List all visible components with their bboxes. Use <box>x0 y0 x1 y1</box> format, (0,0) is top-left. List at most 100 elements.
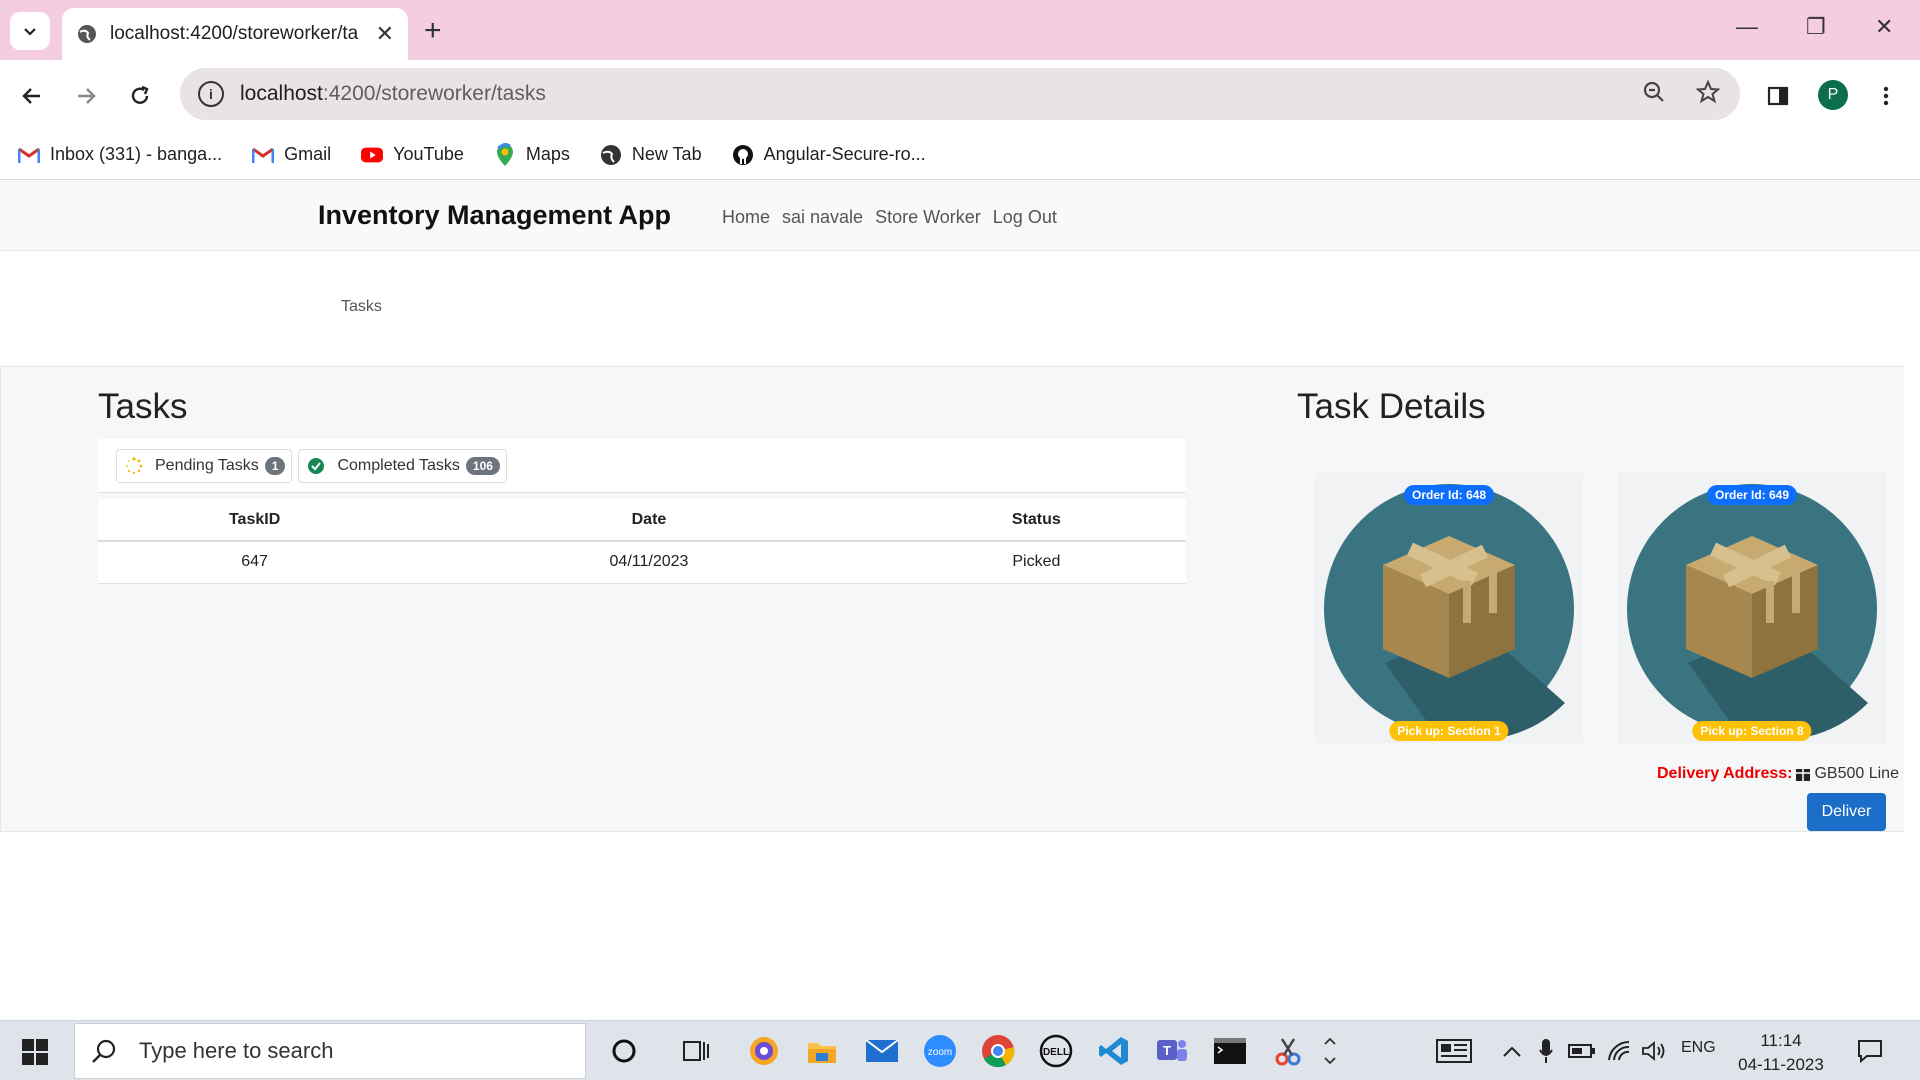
check-circle-icon <box>308 457 325 474</box>
news-widget-icon[interactable] <box>1436 1033 1472 1069</box>
address-bar[interactable]: i localhost:4200/storeworker/tasks <box>180 68 1740 120</box>
order-id-badge: Order Id: 649 <box>1706 485 1798 505</box>
column-header-date: Date <box>411 499 887 542</box>
windows-taskbar: Type here to search zoom DELL T ENG 11:1… <box>0 1020 1920 1080</box>
show-hidden-icons[interactable] <box>1494 1033 1530 1069</box>
box-icon <box>1796 769 1811 781</box>
snipping-tool-icon[interactable] <box>1270 1033 1306 1069</box>
minimize-icon[interactable]: — <box>1736 14 1758 40</box>
table-row[interactable]: 647 04/11/2023 Picked <box>98 541 1186 584</box>
side-panel-icon <box>1767 86 1789 106</box>
github-icon <box>732 144 754 166</box>
volume-icon[interactable] <box>1636 1033 1672 1069</box>
order-card[interactable]: Order Id: 648 Pick up: Section 1 <box>1315 473 1583 743</box>
cortana-icon[interactable] <box>606 1033 642 1069</box>
new-tab-button[interactable]: + <box>424 14 442 48</box>
side-panel-button[interactable] <box>1764 82 1792 110</box>
file-explorer-icon[interactable] <box>804 1033 840 1069</box>
zoom-icon[interactable] <box>1642 80 1666 104</box>
pending-count-badge: 1 <box>264 456 286 475</box>
restore-icon[interactable]: ❐ <box>1806 14 1826 40</box>
battery-icon[interactable] <box>1564 1033 1600 1069</box>
tab-pending-label: Pending Tasks <box>155 456 259 474</box>
tab-title: localhost:4200/storeworker/ta <box>110 23 359 44</box>
reload-button[interactable] <box>126 82 154 110</box>
table-header-row: TaskID Date Status <box>98 499 1186 542</box>
kebab-menu-icon <box>1883 86 1889 106</box>
language-indicator[interactable]: ENG <box>1681 1039 1716 1057</box>
deliver-button[interactable]: Deliver <box>1807 793 1886 831</box>
cell-date: 04/11/2023 <box>411 541 887 584</box>
teams-icon[interactable]: T <box>1154 1033 1190 1069</box>
system-clock[interactable]: 11:14 04-11-2023 <box>1736 1029 1826 1077</box>
profile-avatar[interactable]: P <box>1818 80 1848 110</box>
back-button[interactable] <box>18 82 46 110</box>
order-id-badge: Order Id: 648 <box>1403 485 1495 505</box>
dell-icon[interactable]: DELL <box>1038 1033 1074 1069</box>
close-window-icon[interactable]: ✕ <box>1875 14 1893 40</box>
reload-icon <box>131 85 149 104</box>
bookmarks-bar: Inbox (331) - banga... Gmail YouTube Map… <box>0 130 1920 180</box>
browser-menu-button[interactable] <box>1872 82 1900 110</box>
svg-text:zoom: zoom <box>928 1047 952 1058</box>
bookmark-new-tab[interactable]: New Tab <box>600 144 702 166</box>
browser-tab-bar: localhost:4200/storeworker/ta ✕ + — ❐ ✕ <box>0 0 1920 60</box>
microphone-icon[interactable] <box>1528 1033 1564 1069</box>
browser-toolbar: i localhost:4200/storeworker/tasks P <box>0 60 1920 130</box>
notifications-icon[interactable] <box>1852 1033 1888 1069</box>
search-placeholder: Type here to search <box>139 1038 334 1063</box>
column-header-taskid: TaskID <box>98 499 412 542</box>
chrome-icon[interactable] <box>980 1033 1016 1069</box>
bookmark-inbox[interactable]: Inbox (331) - banga... <box>18 144 222 166</box>
cell-status: Picked <box>886 541 1186 584</box>
task-details-heading: Task Details <box>1297 387 1486 426</box>
order-card[interactable]: Order Id: 649 Pick up: Section 8 <box>1618 473 1886 743</box>
task-tabs: Pending Tasks 1 Completed Tasks 106 <box>98 439 1186 493</box>
bookmark-maps[interactable]: Maps <box>494 142 570 166</box>
nav-user-link[interactable]: sai navale <box>782 207 863 228</box>
youtube-icon <box>361 144 384 166</box>
app-brand[interactable]: Inventory Management App <box>318 200 671 231</box>
delivery-address: Delivery Address: GB500 Line <box>1657 765 1899 783</box>
nav-home-link[interactable]: Home <box>722 207 770 228</box>
pickup-badge: Pick up: Section 1 <box>1389 721 1509 741</box>
vscode-icon[interactable] <box>1096 1033 1132 1069</box>
taskbar-search[interactable]: Type here to search <box>74 1023 586 1079</box>
nav-logout-link[interactable]: Log Out <box>993 207 1057 228</box>
wifi-icon[interactable] <box>1602 1033 1638 1069</box>
browser-tab[interactable]: localhost:4200/storeworker/ta ✕ <box>62 8 408 60</box>
pickup-badge: Pick up: Section 8 <box>1692 721 1812 741</box>
bookmark-star-icon[interactable] <box>1696 80 1720 104</box>
tasks-heading: Tasks <box>98 387 188 426</box>
task-view-icon[interactable] <box>678 1033 714 1069</box>
package-icon <box>1315 473 1583 743</box>
close-tab-icon[interactable]: ✕ <box>376 21 394 47</box>
nav-store-worker-link[interactable]: Store Worker <box>875 207 981 228</box>
breadcrumb: Tasks <box>341 298 382 315</box>
delivery-address-value: GB500 Line <box>1814 765 1899 782</box>
bookmark-angular-secure[interactable]: Angular-Secure-ro... <box>732 144 926 166</box>
shield-app-icon[interactable] <box>746 1033 782 1069</box>
arrow-right-icon <box>78 88 96 104</box>
taskbar-scroll-icon[interactable] <box>1318 1033 1342 1069</box>
bookmark-gmail[interactable]: Gmail <box>252 144 331 166</box>
svg-text:T: T <box>1163 1043 1171 1058</box>
tab-completed-tasks[interactable]: Completed Tasks 106 <box>298 448 507 483</box>
forward-button[interactable] <box>72 82 100 110</box>
completed-count-badge: 106 <box>465 456 500 475</box>
tasks-panel: Tasks Task Details Pending Tasks 1 Compl… <box>0 366 1920 832</box>
mail-icon[interactable] <box>864 1033 900 1069</box>
globe-icon <box>78 25 96 43</box>
nav-links: Home sai navale Store Worker Log Out <box>722 207 1057 228</box>
app-navbar: Inventory Management App Home sai navale… <box>0 181 1920 251</box>
tab-pending-tasks[interactable]: Pending Tasks 1 <box>116 448 293 483</box>
terminal-icon[interactable] <box>1212 1033 1248 1069</box>
column-header-status: Status <box>886 499 1186 542</box>
zoom-icon[interactable]: zoom <box>922 1033 958 1069</box>
url-text: localhost:4200/storeworker/tasks <box>240 82 546 105</box>
bookmark-youtube[interactable]: YouTube <box>361 144 464 166</box>
page-edge <box>1904 366 1920 832</box>
site-info-icon[interactable]: i <box>198 81 224 107</box>
tab-search-button[interactable] <box>10 12 50 50</box>
windows-start-icon[interactable] <box>22 1039 48 1065</box>
